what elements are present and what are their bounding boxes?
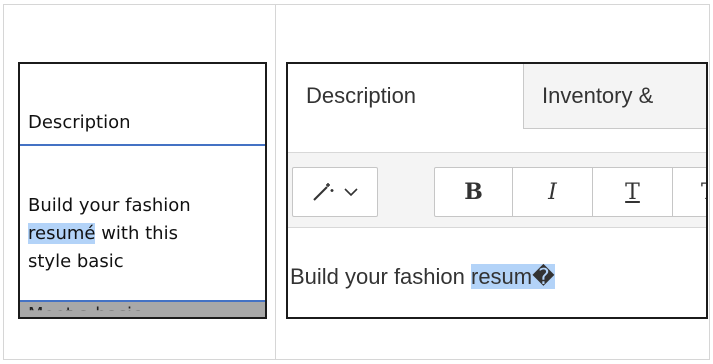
editor-highlighted-word: resum� [471,264,555,289]
bold-button[interactable]: B [435,168,513,216]
column-divider [275,4,276,360]
web-editor-crop: Description Inventory & B I T T [286,62,708,319]
editor-text-prefix: Build your fashion [290,264,471,289]
tab-inventory[interactable]: Inventory & [524,64,706,128]
magic-wand-icon [313,183,334,201]
text-format-button[interactable]: T [673,168,706,216]
format-button-group: B I T T [434,167,706,217]
tab-description[interactable]: Description [288,64,524,129]
chevron-down-icon [344,188,358,197]
cell-line-2: resumé with this [28,220,265,248]
magic-dropdown-button[interactable] [292,167,378,217]
spreadsheet-cell-description[interactable]: Build your fashion resumé with this styl… [28,192,265,276]
cell-line-3: style basic [28,251,124,272]
italic-button[interactable]: I [513,168,593,216]
header-rule [20,144,265,146]
highlighted-word: resumé [28,223,96,244]
cell-line-1: Build your fashion [28,195,191,216]
spreadsheet-header-description: Description [28,112,131,133]
spreadsheet-crop: Description Build your fashion resumé wi… [18,62,267,319]
editor-toolbar: B I T T [288,152,706,228]
underline-button[interactable]: T [593,168,673,216]
editor-content[interactable]: Build your fashion resum� [290,264,555,290]
tab-bar: Description Inventory & [288,64,706,129]
cell-line-2-rest: with this [95,223,178,244]
